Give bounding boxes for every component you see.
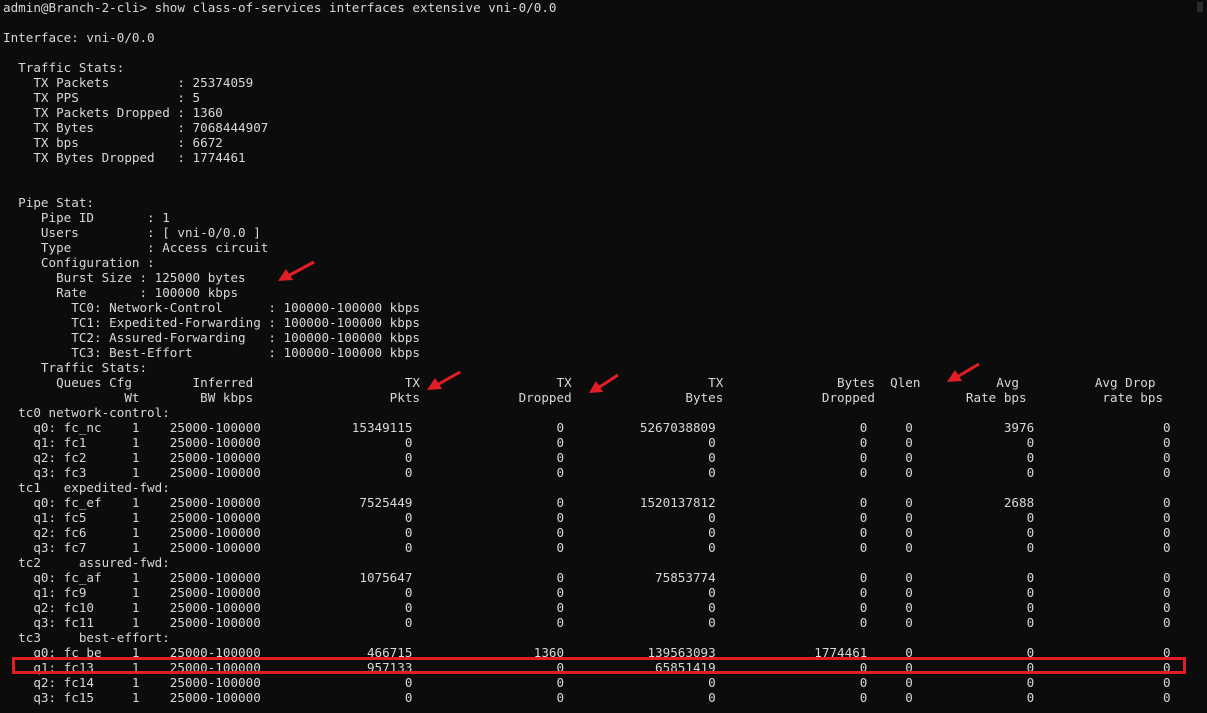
fc13-row-highlight	[12, 657, 1186, 674]
terminal-line: q0: fc_nc 1 25000-100000 15349115 0 5267…	[3, 420, 1171, 435]
terminal-line: Pipe Stat:	[3, 195, 94, 210]
tx-dropped-arrow-icon	[589, 373, 619, 393]
scrollbar[interactable]	[1193, 0, 1207, 713]
terminal-line: TC3: Best-Effort : 100000-100000 kbps	[3, 345, 421, 360]
terminal-line: q3: fc7 1 25000-100000 0 0 0 0 0 0 0	[3, 540, 1171, 555]
terminal-line: TC0: Network-Control : 100000-100000 kbp…	[3, 300, 421, 315]
terminal-line: TX PPS : 5	[3, 90, 201, 105]
terminal-line: q1: fc1 1 25000-100000 0 0 0 0 0 0 0	[3, 435, 1171, 450]
terminal-line: q0: fc_af 1 25000-100000 1075647 0 75853…	[3, 570, 1171, 585]
terminal-line: Traffic Stats:	[3, 360, 148, 375]
terminal-line: Configuration :	[3, 255, 155, 270]
terminal-line: Type : Access circuit	[3, 240, 269, 255]
terminal-line: Interface: vni-0/0.0	[3, 30, 155, 45]
terminal-line: Users : [ vni-0/0.0 ]	[3, 225, 261, 240]
terminal-line: TX Bytes Dropped : 1774461	[3, 150, 246, 165]
terminal-line: TC2: Assured-Forwarding : 100000-100000 …	[3, 330, 421, 345]
terminal-window[interactable]: admin@Branch-2-cli> show class-of-servic…	[0, 0, 1207, 713]
terminal-line: q3: fc15 1 25000-100000 0 0 0 0 0 0 0	[3, 690, 1171, 705]
burst-size-arrow-icon	[278, 260, 315, 281]
scrollbar-thumb[interactable]	[1197, 2, 1203, 12]
terminal-line: TX bps : 6672	[3, 135, 223, 150]
terminal-line: q1: fc9 1 25000-100000 0 0 0 0 0 0 0	[3, 585, 1171, 600]
terminal-line: tc0 network-control:	[3, 405, 170, 420]
terminal-line: q2: fc14 1 25000-100000 0 0 0 0 0 0 0	[3, 675, 1171, 690]
terminal-line: tc2 assured-fwd:	[3, 555, 170, 570]
terminal-line: TX Packets Dropped : 1360	[3, 105, 223, 120]
terminal-line: Burst Size : 125000 bytes	[3, 270, 246, 285]
terminal-line: TX Bytes : 7068444907	[3, 120, 269, 135]
qlen-arrow-icon	[947, 362, 980, 382]
terminal-line: tc1 expedited-fwd:	[3, 480, 170, 495]
terminal-line: q1: fc5 1 25000-100000 0 0 0 0 0 0 0	[3, 510, 1171, 525]
terminal-line: TX Packets : 25374059	[3, 75, 254, 90]
terminal-line: q2: fc6 1 25000-100000 0 0 0 0 0 0 0	[3, 525, 1171, 540]
terminal-line: TC1: Expedited-Forwarding : 100000-10000…	[3, 315, 421, 330]
terminal-line: q0: fc_ef 1 25000-100000 7525449 0 15201…	[3, 495, 1171, 510]
terminal-line: Traffic Stats:	[3, 60, 125, 75]
terminal-line: q3: fc3 1 25000-100000 0 0 0 0 0 0 0	[3, 465, 1171, 480]
terminal-line: q2: fc10 1 25000-100000 0 0 0 0 0 0 0	[3, 600, 1171, 615]
terminal-line: Pipe ID : 1	[3, 210, 170, 225]
terminal-line: tc3 best-effort:	[3, 630, 170, 645]
terminal-line: Rate : 100000 kbps	[3, 285, 239, 300]
terminal-line: q3: fc11 1 25000-100000 0 0 0 0 0 0 0	[3, 615, 1171, 630]
tx-pkts-arrow-icon	[427, 370, 461, 390]
terminal-line: admin@Branch-2-cli> show class-of-servic…	[3, 0, 557, 15]
terminal-line: Wt BW kbps Pkts Dropped Bytes Dropped Ra…	[3, 390, 1164, 405]
terminal-line: q2: fc2 1 25000-100000 0 0 0 0 0 0 0	[3, 450, 1171, 465]
